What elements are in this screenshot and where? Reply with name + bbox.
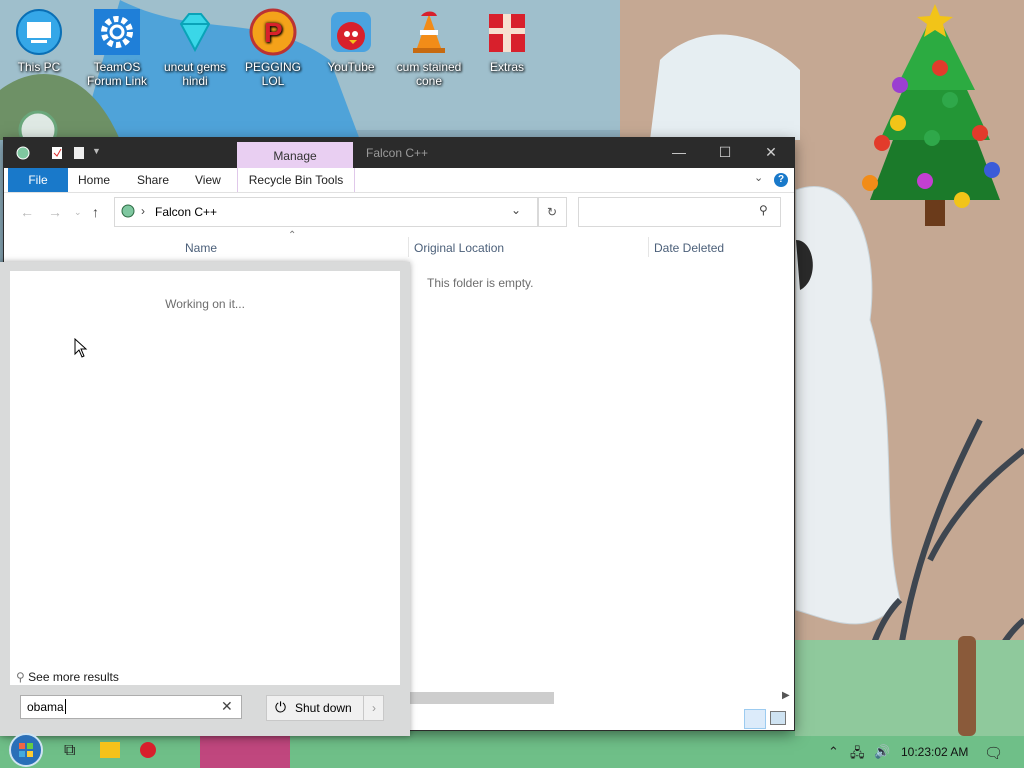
action-center-icon[interactable]: 🗨 bbox=[984, 744, 1003, 762]
text-caret bbox=[65, 699, 66, 714]
help-icon[interactable]: ? bbox=[774, 173, 788, 187]
see-more-label: See more results bbox=[28, 670, 119, 684]
empty-folder-message: This folder is empty. bbox=[427, 276, 534, 290]
tab-file[interactable]: File bbox=[8, 168, 68, 192]
mouse-cursor-icon bbox=[74, 338, 88, 358]
angry-bird-icon bbox=[331, 12, 371, 52]
desktop-icon-uncut-gems[interactable]: uncut gems hindi bbox=[156, 8, 234, 88]
power-icon: ⏻ bbox=[275, 699, 287, 715]
address-bar-row: ← → ⌄ ↑ › Falcon C++ ⌄ ↻ ⚲ bbox=[4, 193, 794, 231]
breadcrumb[interactable]: Falcon C++ bbox=[155, 205, 217, 219]
column-name[interactable]: Name bbox=[185, 241, 217, 255]
gem-icon bbox=[179, 13, 211, 53]
tab-manage[interactable]: Manage bbox=[237, 142, 353, 168]
large-icons-view-icon[interactable] bbox=[770, 711, 786, 725]
desktop-icon-label: uncut gems hindi bbox=[163, 60, 227, 88]
window-titlebar[interactable]: ▼ Manage Falcon C++ — ☐ ✕ bbox=[4, 138, 794, 168]
search-icon: ⚲ bbox=[759, 203, 768, 217]
new-folder-icon[interactable] bbox=[72, 146, 86, 160]
desktop-icon-label: Extras bbox=[489, 60, 524, 74]
desktop-icon-extras[interactable]: Extras bbox=[468, 8, 546, 74]
scroll-right-icon[interactable]: ▶ bbox=[782, 690, 790, 701]
computer-icon bbox=[16, 9, 62, 55]
up-icon[interactable]: ↑ bbox=[92, 204, 99, 220]
see-more-results-link[interactable]: ⚲ See more results bbox=[16, 670, 119, 684]
maximize-button[interactable]: ☐ bbox=[702, 138, 748, 168]
shutdown-label: Shut down bbox=[295, 701, 352, 715]
address-field[interactable]: › Falcon C++ ⌄ bbox=[114, 197, 539, 227]
desktop-icon-teamos[interactable]: TeamOS Forum Link bbox=[78, 8, 156, 88]
taskbar: ⧉ bbox=[0, 733, 1024, 768]
desktop-icon-this-pc[interactable]: This PC bbox=[0, 8, 78, 74]
search-input[interactable]: ⚲ bbox=[578, 197, 781, 227]
desktop-icon-label: YouTube bbox=[327, 60, 375, 74]
expand-ribbon-icon[interactable]: ⌄ bbox=[754, 171, 763, 184]
column-date-deleted[interactable]: Date Deleted bbox=[654, 241, 724, 255]
refresh-button[interactable]: ↻ bbox=[537, 197, 567, 227]
desktop-icon-youtube[interactable]: YouTube bbox=[312, 8, 390, 74]
desktop-icon-label: TeamOS Forum Link bbox=[86, 60, 148, 88]
search-icon: ⚲ bbox=[16, 670, 25, 684]
desktop-icon-pegging[interactable]: P PEGGING LOL bbox=[234, 8, 312, 88]
task-view-icon[interactable]: ⧉ bbox=[64, 742, 75, 760]
minimize-button[interactable]: — bbox=[656, 138, 702, 168]
column-headers: ⌃ Name Original Location Date Deleted bbox=[4, 230, 794, 259]
recent-chevron-icon[interactable]: ⌄ bbox=[74, 207, 82, 218]
desktop-icon-cone[interactable]: cum stained cone bbox=[390, 8, 468, 88]
peggle-icon: P bbox=[249, 8, 297, 56]
shutdown-button[interactable]: ⏻ Shut down › bbox=[266, 695, 384, 721]
breadcrumb-separator-icon: › bbox=[141, 204, 145, 218]
tab-home[interactable]: Home bbox=[78, 168, 110, 192]
network-icon[interactable]: 🖧 bbox=[850, 744, 865, 766]
gear-icon bbox=[94, 9, 140, 55]
show-hidden-icons-icon[interactable]: ⌃ bbox=[828, 744, 839, 760]
start-menu: Working on it... ⚲ See more results obam… bbox=[0, 262, 410, 736]
recycle-bin-icon bbox=[16, 146, 30, 160]
desktop-icon-label: PEGGING LOL bbox=[244, 60, 301, 88]
file-explorer-taskbar-icon[interactable] bbox=[100, 742, 120, 758]
forward-icon[interactable]: → bbox=[48, 204, 62, 220]
tab-recycle-bin-tools[interactable]: Recycle Bin Tools bbox=[237, 168, 355, 192]
search-results-panel: Working on it... ⚲ See more results bbox=[10, 271, 400, 685]
start-orb-icon[interactable] bbox=[8, 732, 44, 768]
column-original-location[interactable]: Original Location bbox=[414, 241, 504, 255]
horizontal-scrollbar[interactable]: ▶ bbox=[408, 690, 794, 706]
properties-icon[interactable] bbox=[50, 146, 64, 160]
tab-view[interactable]: View bbox=[195, 168, 221, 192]
angry-bird-taskbar-icon[interactable] bbox=[140, 742, 156, 758]
status-bar bbox=[408, 706, 794, 730]
back-icon[interactable]: ← bbox=[20, 204, 34, 220]
gift-icon bbox=[489, 14, 525, 52]
desktop-icon-label: cum stained cone bbox=[396, 60, 462, 88]
search-status: Working on it... bbox=[165, 297, 245, 311]
search-query[interactable]: obama bbox=[27, 700, 64, 714]
details-view-icon[interactable] bbox=[744, 709, 766, 729]
sort-indicator-icon: ⌃ bbox=[288, 230, 297, 241]
ribbon-tabs: File Home Share View Recycle Bin Tools ⌄… bbox=[4, 168, 794, 193]
svg-text:P: P bbox=[264, 17, 283, 48]
start-search-input[interactable]: obama ✕ bbox=[20, 695, 242, 719]
recycle-bin-icon bbox=[121, 204, 135, 218]
tab-share[interactable]: Share bbox=[137, 168, 169, 192]
shutdown-options-button[interactable]: › bbox=[363, 696, 384, 720]
taskbar-clock[interactable]: 10:23:02 AM bbox=[901, 745, 968, 759]
clear-search-icon[interactable]: ✕ bbox=[221, 698, 233, 715]
close-button[interactable]: ✕ bbox=[748, 138, 794, 168]
desktop-icon-label: This PC bbox=[17, 60, 61, 74]
address-dropdown-icon[interactable]: ⌄ bbox=[511, 203, 521, 217]
window-title: Falcon C++ bbox=[366, 146, 429, 160]
vlc-cone-icon bbox=[413, 11, 445, 53]
scrollbar-thumb[interactable] bbox=[408, 692, 554, 704]
chevron-down-icon[interactable]: ▼ bbox=[92, 146, 101, 160]
volume-icon[interactable]: 🔊 bbox=[874, 744, 890, 760]
